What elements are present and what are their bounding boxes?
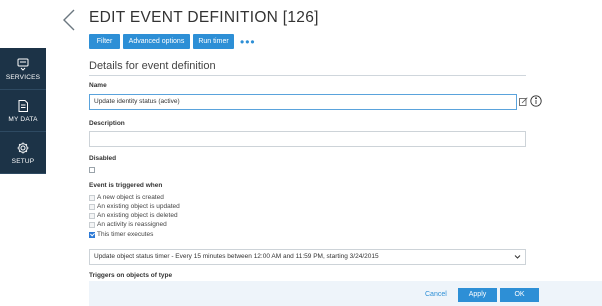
- advanced-options-button[interactable]: Advanced options: [123, 34, 190, 49]
- sidebar-item-label: SERVICES: [5, 73, 41, 81]
- info-icon[interactable]: [530, 95, 542, 107]
- trigger-deleted-checkbox: [89, 213, 95, 219]
- run-timer-button[interactable]: Run timer: [193, 34, 234, 49]
- name-label: Name: [89, 82, 107, 89]
- chevron-down-icon: [514, 255, 521, 259]
- sidebar-item-services[interactable]: SERVICES: [0, 48, 46, 90]
- my-data-icon: [18, 99, 28, 112]
- ok-button[interactable]: OK: [500, 288, 539, 302]
- trigger-created-checkbox: [89, 195, 95, 201]
- section-title: Details for event definition: [89, 60, 216, 72]
- cancel-button[interactable]: Cancel: [425, 291, 447, 298]
- edit-icon[interactable]: [519, 97, 528, 106]
- back-chevron-icon[interactable]: [60, 8, 78, 32]
- apply-button[interactable]: Apply: [458, 288, 497, 302]
- timer-select[interactable]: Update object status timer - Every 15 mi…: [89, 249, 526, 265]
- sidebar-item-label: SETUP: [11, 157, 35, 165]
- trigger-timer-checkbox[interactable]: [89, 232, 95, 238]
- more-options-icon[interactable]: •••: [240, 36, 256, 48]
- sidebar-item-label: MY DATA: [8, 115, 38, 123]
- sidebar-item-setup[interactable]: SETUP: [0, 132, 46, 174]
- disabled-label: Disabled: [89, 155, 117, 162]
- name-input[interactable]: Update identity status (active): [89, 94, 517, 110]
- page-title: EDIT EVENT DEFINITION [126]: [89, 9, 319, 26]
- triggers-on-label: Triggers on objects of type: [89, 272, 173, 279]
- section-divider: [89, 75, 526, 76]
- disabled-checkbox[interactable]: [89, 167, 95, 173]
- description-label: Description: [89, 120, 125, 127]
- trigger-option-label: An existing object is updated: [97, 203, 180, 210]
- gear-icon: [17, 142, 29, 153]
- trigger-option-label: An activity is reassigned: [97, 221, 167, 228]
- trigger-option-label: This timer executes: [97, 231, 154, 238]
- trigger-option-label: An existing object is deleted: [97, 212, 178, 219]
- description-input[interactable]: [89, 131, 526, 147]
- sidebar: SERVICES MY DATA SETUP: [0, 48, 46, 174]
- timer-select-value: Update object status timer - Every 15 mi…: [94, 253, 379, 260]
- trigger-updated-checkbox: [89, 204, 95, 210]
- trigger-reassigned-checkbox: [89, 222, 95, 228]
- services-icon: [17, 58, 29, 71]
- toolbar: Filter Advanced options Run timer •••: [89, 34, 256, 49]
- filter-button[interactable]: Filter: [89, 34, 120, 49]
- trigger-option-label: A new object is created: [97, 194, 164, 201]
- sidebar-item-my-data[interactable]: MY DATA: [0, 90, 46, 132]
- trigger-label: Event is triggered when: [89, 182, 163, 189]
